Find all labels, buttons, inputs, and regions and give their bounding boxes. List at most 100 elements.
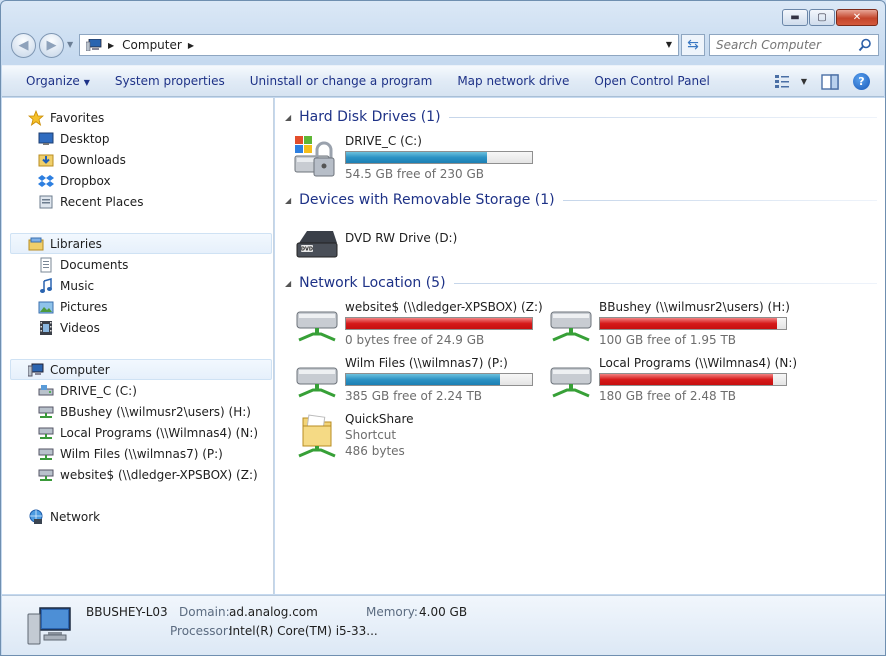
nav-label: BBushey (\\wilmusr2\users) (H:) bbox=[60, 404, 251, 419]
nav-item-network-drive-p[interactable]: Wilm Files (\\wilmnas7) (P:) bbox=[38, 443, 223, 464]
drive-usage-fill bbox=[600, 374, 773, 385]
network-drive-icon bbox=[550, 311, 592, 342]
address-bar[interactable]: ▶ Computer ▶ ▼ bbox=[79, 34, 679, 56]
music-icon bbox=[40, 277, 52, 293]
nav-network[interactable]: Network bbox=[28, 506, 100, 527]
search-box[interactable] bbox=[709, 34, 879, 56]
drive-name: website$ (\\dledger-XPSBOX) (Z:) bbox=[345, 300, 543, 314]
group-title: Devices with Removable Storage (1) bbox=[299, 192, 555, 208]
open-control-panel-button[interactable]: Open Control Panel bbox=[594, 74, 709, 88]
nav-computer[interactable]: Computer bbox=[10, 359, 272, 380]
nav-item-pictures[interactable]: Pictures bbox=[38, 296, 108, 317]
minimize-button[interactable]: ▬ bbox=[782, 9, 808, 26]
group-title: Hard Disk Drives (1) bbox=[299, 109, 441, 125]
help-button[interactable]: ? bbox=[853, 73, 870, 90]
nav-item-recent-places[interactable]: Recent Places bbox=[38, 191, 143, 212]
nav-item-documents[interactable]: Documents bbox=[38, 254, 128, 275]
drive-free-space: 385 GB free of 2.24 TB bbox=[345, 389, 483, 403]
search-input[interactable] bbox=[716, 38, 856, 52]
forward-button[interactable]: ▶ bbox=[39, 33, 64, 58]
back-button[interactable]: ◀ bbox=[11, 33, 36, 58]
nav-item-downloads[interactable]: Downloads bbox=[38, 149, 126, 170]
nav-item-videos[interactable]: Videos bbox=[38, 317, 100, 338]
nav-item-dropbox[interactable]: Dropbox bbox=[38, 170, 111, 191]
group-divider bbox=[453, 282, 877, 284]
drive-free-space: 54.5 GB free of 230 GB bbox=[345, 167, 484, 181]
address-dropdown-icon[interactable]: ▼ bbox=[666, 40, 672, 49]
nav-item-desktop[interactable]: Desktop bbox=[38, 128, 110, 149]
preview-pane-icon[interactable] bbox=[821, 73, 839, 90]
system-drive-icon bbox=[294, 136, 335, 177]
group-header-network-location[interactable]: ◢ Network Location (5) bbox=[285, 273, 877, 293]
shortcut-name: QuickShare bbox=[345, 412, 414, 426]
memory-value: 4.00 GB bbox=[419, 605, 468, 619]
drive-name: Wilm Files (\\wilmnas7) (P:) bbox=[345, 356, 508, 370]
recent-pages-dropdown[interactable]: ▼ bbox=[67, 40, 73, 49]
nav-item-network-drive-z[interactable]: website$ (\\dledger-XPSBOX) (Z:) bbox=[38, 464, 258, 485]
nav-label: Downloads bbox=[60, 152, 126, 167]
nav-label: Computer bbox=[50, 362, 110, 377]
nav-item-music[interactable]: Music bbox=[38, 275, 94, 296]
network-drive-tile-n[interactable]: Local Programs (\\Wilmnas4) (N:) 180 GB … bbox=[547, 356, 797, 408]
drive-usage-bar bbox=[345, 151, 533, 164]
search-icon[interactable] bbox=[858, 38, 872, 52]
network-drive-tile-h[interactable]: BBushey (\\wilmusr2\users) (H:) 100 GB f… bbox=[547, 300, 797, 352]
group-divider bbox=[448, 116, 877, 118]
domain-value: ad.analog.com bbox=[229, 605, 318, 619]
network-drive-tile-p[interactable]: Wilm Files (\\wilmnas7) (P:) 385 GB free… bbox=[293, 356, 543, 408]
network-icon bbox=[29, 509, 43, 524]
map-network-drive-button[interactable]: Map network drive bbox=[457, 74, 569, 88]
chevron-down-icon: ▼ bbox=[83, 78, 90, 87]
group-header-hard-disk-drives[interactable]: ◢ Hard Disk Drives (1) bbox=[285, 107, 877, 127]
nav-favorites[interactable]: Favorites bbox=[28, 107, 104, 128]
nav-item-network-drive-n[interactable]: Local Programs (\\Wilmnas4) (N:) bbox=[38, 422, 258, 443]
shortcut-size: 486 bytes bbox=[345, 444, 405, 458]
computer-icon bbox=[86, 39, 102, 51]
content-pane: ◢ Hard Disk Drives (1) DRIVE_C (C:) 54.5… bbox=[275, 98, 885, 594]
collapse-triangle-icon[interactable]: ◢ bbox=[285, 113, 291, 122]
chevron-down-icon[interactable]: ▼ bbox=[801, 77, 807, 86]
shortcut-tile-quickshare[interactable]: QuickShare Shortcut 486 bytes bbox=[293, 412, 543, 480]
forward-arrow-icon: ▶ bbox=[46, 38, 57, 53]
drive-usage-bar bbox=[599, 373, 787, 386]
shortcut-type: Shortcut bbox=[345, 428, 397, 442]
back-arrow-icon: ◀ bbox=[18, 38, 29, 53]
refresh-button[interactable]: ⇆ bbox=[681, 34, 705, 56]
nav-item-network-drive-h[interactable]: BBushey (\\wilmusr2\users) (H:) bbox=[38, 401, 251, 422]
documents-icon bbox=[40, 257, 52, 272]
star-icon bbox=[28, 109, 44, 126]
organize-button[interactable]: Organize ▼ bbox=[26, 74, 90, 88]
nav-label: Wilm Files (\\wilmnas7) (P:) bbox=[60, 446, 223, 461]
dvd-drive-icon: DVD bbox=[296, 231, 338, 258]
close-button[interactable]: ✕ bbox=[836, 9, 878, 26]
view-options-icon bbox=[774, 74, 789, 88]
group-header-removable-storage[interactable]: ◢ Devices with Removable Storage (1) bbox=[285, 190, 877, 210]
breadcrumb-chevron-icon[interactable]: ▶ bbox=[188, 41, 194, 50]
drive-usage-fill bbox=[346, 374, 501, 385]
domain-label: Domain: bbox=[179, 605, 230, 619]
nav-label: Pictures bbox=[60, 299, 108, 314]
system-properties-button[interactable]: System properties bbox=[115, 74, 225, 88]
drive-usage-fill bbox=[600, 318, 777, 329]
change-view-button[interactable]: ▼ bbox=[774, 74, 807, 89]
nav-libraries[interactable]: Libraries bbox=[10, 233, 272, 254]
details-pane: BBUSHEY-L03 Domain: ad.analog.com Memory… bbox=[2, 595, 885, 655]
processor-label: Processor: bbox=[170, 624, 232, 638]
drive-tile-c[interactable]: DRIVE_C (C:) 54.5 GB free of 230 GB bbox=[293, 134, 543, 186]
nav-item-drive-c[interactable]: DRIVE_C (C:) bbox=[38, 380, 137, 401]
uninstall-program-button[interactable]: Uninstall or change a program bbox=[250, 74, 433, 88]
network-drive-icon bbox=[296, 311, 338, 342]
breadcrumb-computer[interactable]: Computer bbox=[122, 38, 182, 52]
videos-icon bbox=[40, 320, 52, 335]
network-drive-icon bbox=[296, 367, 338, 398]
nav-label: Favorites bbox=[50, 110, 105, 125]
network-drive-tile-z[interactable]: website$ (\\dledger-XPSBOX) (Z:) 0 bytes… bbox=[293, 300, 543, 352]
collapse-triangle-icon[interactable]: ◢ bbox=[285, 196, 291, 205]
maximize-button[interactable]: ▢ bbox=[809, 9, 835, 26]
computer-name: BBUSHEY-L03 bbox=[86, 605, 168, 619]
breadcrumb-chevron-icon[interactable]: ▶ bbox=[108, 41, 114, 50]
device-tile-dvd[interactable]: DVD DVD RW Drive (D:) bbox=[293, 217, 543, 269]
collapse-triangle-icon[interactable]: ◢ bbox=[285, 279, 291, 288]
drive-free-space: 180 GB free of 2.48 TB bbox=[599, 389, 737, 403]
nav-label: DRIVE_C (C:) bbox=[60, 383, 137, 398]
